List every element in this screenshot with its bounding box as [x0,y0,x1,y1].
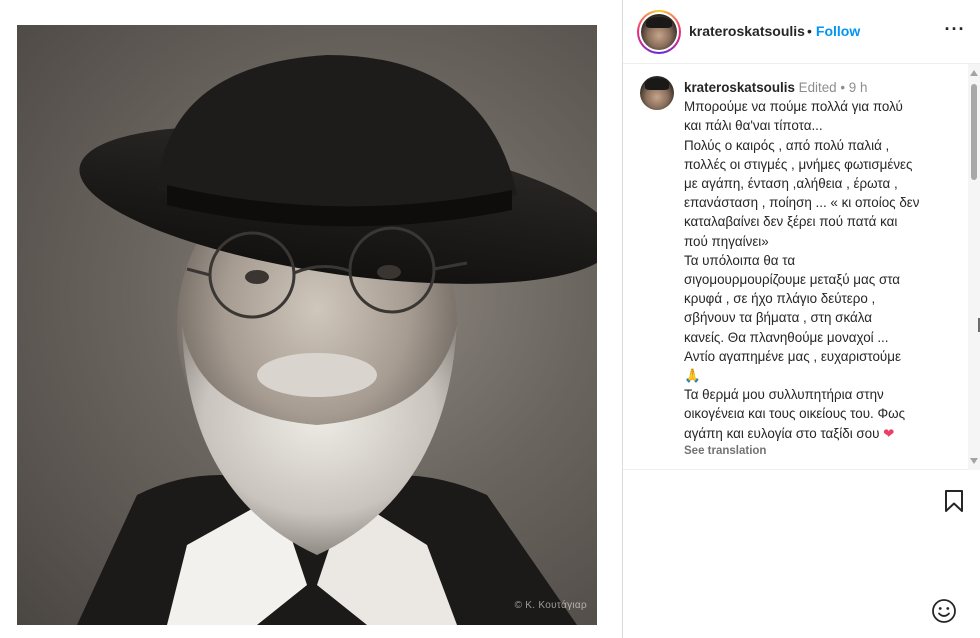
caption-line: καταλαβαίνει δεν ξέρει πού πατά και [684,214,898,230]
caption-text: krateroskatsoulis Edited • 9 h Μπορούμε … [684,78,966,443]
caption-scrollbar[interactable] [968,64,980,470]
post-side-panel: krateroskatsoulis • Follow ··· krateroska… [622,0,980,638]
post-photo[interactable]: © Κ. Κουτάγιαρ [17,25,597,625]
more-options-icon[interactable]: ··· [943,20,967,42]
separator-dot: • [840,80,846,95]
caption-line: οικογένεια και τους οικείους του. Φως [684,406,906,422]
caption-line: Τα θερμά μου συλλυπητήρια στην [684,387,884,403]
bookmark-icon[interactable] [943,489,965,513]
post-header: krateroskatsoulis • Follow ··· [623,0,980,64]
caption-area: krateroskatsoulis Edited • 9 h Μπορούμε … [623,64,980,470]
photo-credit-watermark: © Κ. Κουτάγιαρ [514,600,587,611]
caption-line: κανείς. Θα πλανηθούμε μοναχοί ... [684,329,889,345]
heart-emoji: ❤ [883,425,895,441]
caption-time[interactable]: 9 h [849,80,868,95]
caption-line: πολλές οι στιγμές , μνήμες φωτισμένες [684,156,913,172]
caption-line: Αντίο αγαπημένε μας , ευχαριστούμε [684,348,901,364]
avatar-image [641,14,677,50]
see-translation-link[interactable]: See translation [684,445,766,457]
caption-line: πού πηγαίνει» [684,233,769,249]
author-avatar[interactable] [637,10,681,54]
separator-dot: • [807,23,812,39]
caption-line: Μπορούμε να πούμε πολλά για πολύ [684,99,903,115]
portrait-illustration [77,55,597,625]
caption-line: κρυφά , σε ήχο πλάγιο δεύτερο , [684,291,876,307]
caption-line: αγάπη και ευλογία στο ταξίδι σου ❤ [684,425,895,441]
caption-edited-label: Edited [798,80,837,95]
author-username[interactable]: krateroskatsoulis [689,23,805,39]
follow-group: • Follow [807,23,860,39]
caption-username[interactable]: krateroskatsoulis [684,80,795,95]
caption-line: Πολύς ο καιρός , από πολύ παλιά , [684,137,890,153]
caption-line: με αγάπη, ένταση ,αλήθεια , έρωτα , [684,176,898,192]
follow-button[interactable]: Follow [816,23,860,39]
scrollbar-thumb[interactable] [971,84,977,180]
scroll-down-arrow-icon[interactable] [970,458,978,464]
caption-line: και πάλι θα'ναι τίποτα... [684,118,823,134]
folded-hands-emoji: 🙏 [684,368,701,384]
photo-area: © Κ. Κουτάγιαρ [0,0,622,638]
caption-line: επανάσταση , ποίηση ... « κι οποίος δεν [684,195,920,211]
caption-line: σιγομουρμουρίζουμε μεταξύ μας στα [684,272,901,288]
caption-header-line: krateroskatsoulis Edited • 9 h [684,78,966,97]
scroll-up-arrow-icon[interactable] [970,70,978,76]
emoji-icon[interactable] [931,598,957,624]
instagram-post-modal: © Κ. Κουτάγιαρ krateroskatsoulis • Follow… [0,0,980,638]
caption-line: σβήνουν τα βήματα , στη σκάλα [684,310,872,326]
caption-author-avatar[interactable] [640,76,674,110]
caption-line: Τα υπόλοιπα θα τα [684,252,796,268]
